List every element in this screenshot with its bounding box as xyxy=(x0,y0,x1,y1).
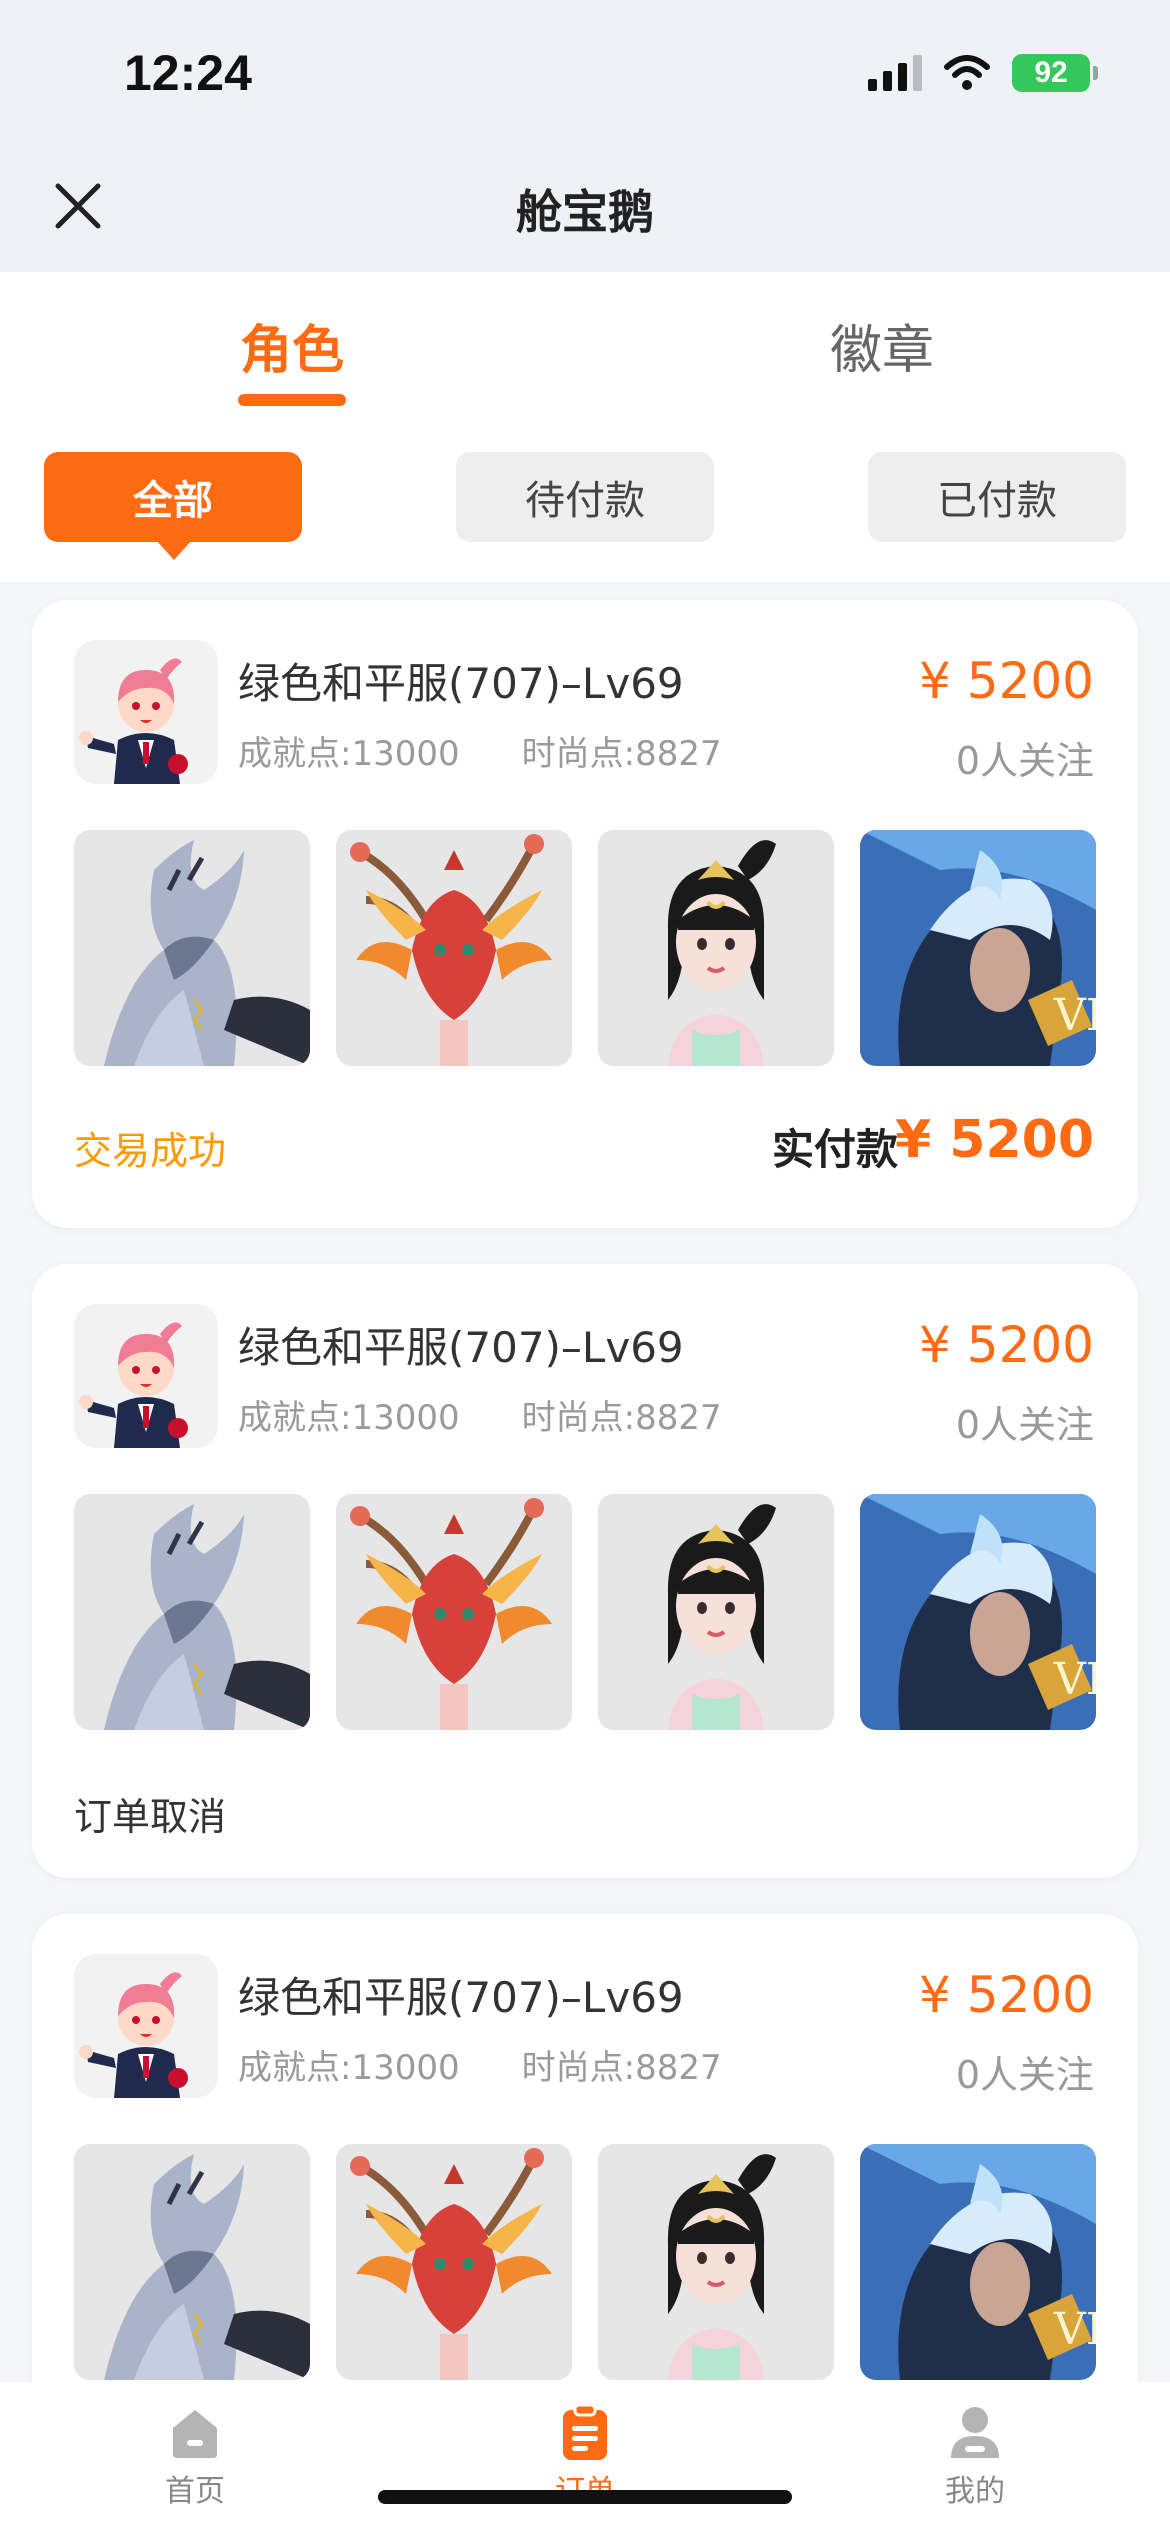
character-avatar xyxy=(74,1954,218,2098)
achievement-points: 成就点:13000 xyxy=(238,2048,460,2088)
person-icon xyxy=(951,2407,999,2458)
paid-amount-value: ¥ 5200 xyxy=(894,1110,1094,1170)
order-title: 绿色和平服(707)–Lv69 xyxy=(238,1323,684,1372)
order-title: 绿色和平服(707)–Lv69 xyxy=(238,1973,684,2022)
watcher-count: 0人关注 xyxy=(955,739,1094,783)
achievement-points: 成就点:13000 xyxy=(238,1398,460,1438)
silver-dragon-thumbnail xyxy=(74,2144,310,2380)
order-status: 订单取消 xyxy=(74,1795,227,1839)
knight-vi-thumbnail xyxy=(860,1494,1096,1730)
status-and-header: 12:24 92 舱宝鹅 xyxy=(0,0,1170,272)
nav-home[interactable]: 首页 xyxy=(115,2402,275,2510)
item-thumbnails xyxy=(74,1494,1096,1730)
order-status: 交易成功 xyxy=(74,1129,227,1173)
order-card[interactable]: 绿色和平服(707)–Lv69 成就点:13000 时尚点:8827 ¥ 5200… xyxy=(32,600,1138,1228)
order-stats: 成就点:13000 时尚点:8827 xyxy=(238,2040,722,2089)
order-price: ¥ 5200 xyxy=(919,652,1094,710)
fashion-points: 时尚点:8827 xyxy=(521,734,722,774)
wifi-icon xyxy=(944,55,990,90)
filter-pending-payment-button[interactable]: 待付款 xyxy=(456,452,714,542)
battery-icon: 92 xyxy=(1012,54,1098,92)
item-thumbnails xyxy=(74,2144,1096,2380)
lady-character-thumbnail xyxy=(598,830,834,1066)
paid-amount-label: 实付款 xyxy=(771,1125,898,1174)
character-avatar xyxy=(74,1304,218,1448)
home-indicator xyxy=(378,2490,792,2504)
achievement-points: 成就点:13000 xyxy=(238,734,460,774)
knight-vi-thumbnail xyxy=(860,2144,1096,2380)
filter-paid-button[interactable]: 已付款 xyxy=(868,452,1126,542)
red-dragon-thumbnail xyxy=(336,1494,572,1730)
knight-vi-thumbnail xyxy=(860,830,1096,1066)
tabs-area: 角色 徽章 全部 待付款 已付款 xyxy=(0,272,1170,582)
cellular-signal-icon xyxy=(868,55,922,91)
home-icon xyxy=(173,2410,217,2458)
watcher-count: 0人关注 xyxy=(955,2053,1094,2097)
order-clipboard-icon xyxy=(563,2403,607,2460)
nav-home-label: 首页 xyxy=(165,2474,225,2509)
character-avatar xyxy=(74,640,218,784)
order-stats: 成就点:13000 时尚点:8827 xyxy=(238,1390,722,1439)
fashion-points: 时尚点:8827 xyxy=(521,2048,722,2088)
nav-mine[interactable]: 我的 xyxy=(895,2402,1055,2510)
silver-dragon-thumbnail xyxy=(74,1494,310,1730)
order-stats: 成就点:13000 时尚点:8827 xyxy=(238,726,722,775)
watcher-count: 0人关注 xyxy=(955,1403,1094,1447)
lady-character-thumbnail xyxy=(598,2144,834,2380)
filter-all-button[interactable]: 全部 xyxy=(44,452,302,560)
page-title: 舱宝鹅 xyxy=(516,185,654,239)
active-tab-indicator xyxy=(238,394,346,406)
order-list: 绿色和平服(707)–Lv69 成就点:13000 时尚点:8827 ¥ 5200… xyxy=(0,582,1170,2434)
red-dragon-thumbnail xyxy=(336,830,572,1066)
tab-roles[interactable]: 角色 xyxy=(240,308,344,383)
silver-dragon-thumbnail xyxy=(74,830,310,1066)
bottom-nav: 首页 订单 我的 xyxy=(0,2382,1170,2532)
lady-character-thumbnail xyxy=(598,1494,834,1730)
status-icons: 92 xyxy=(868,54,1098,92)
nav-mine-label: 我的 xyxy=(945,2474,1005,2509)
order-price: ¥ 5200 xyxy=(919,1316,1094,1374)
order-card[interactable]: 绿色和平服(707)–Lv69 成就点:13000 时尚点:8827 ¥ 5200… xyxy=(32,1264,1138,1878)
red-dragon-thumbnail xyxy=(336,2144,572,2380)
item-thumbnails xyxy=(74,830,1096,1066)
tab-badges[interactable]: 徽章 xyxy=(830,308,934,383)
order-price: ¥ 5200 xyxy=(919,1966,1094,2024)
status-time: 12:24 xyxy=(124,45,252,101)
order-card[interactable]: 绿色和平服(707)–Lv69 成就点:13000 时尚点:8827 ¥ 5200… xyxy=(32,1914,1138,2434)
order-title: 绿色和平服(707)–Lv69 xyxy=(238,659,684,708)
battery-level: 92 xyxy=(1034,56,1068,89)
fashion-points: 时尚点:8827 xyxy=(521,1398,722,1438)
